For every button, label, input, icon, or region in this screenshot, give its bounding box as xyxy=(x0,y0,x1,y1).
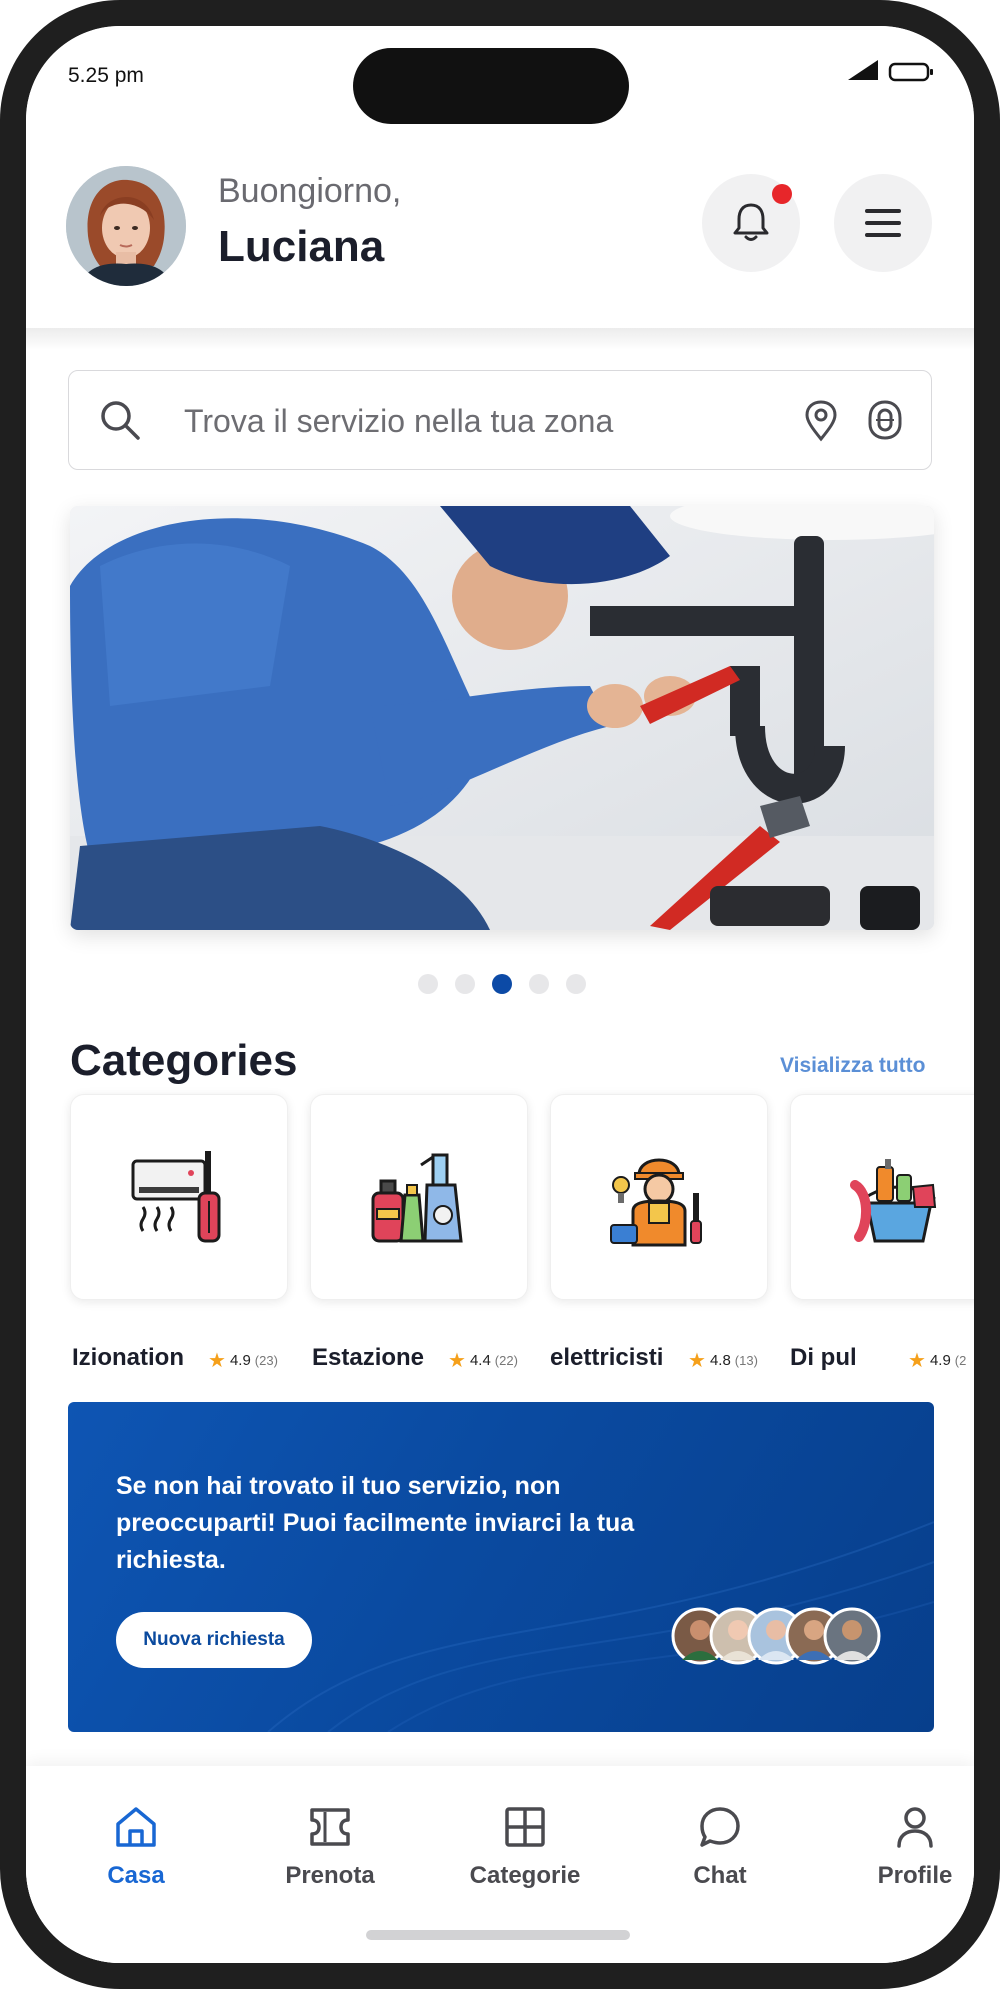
category-card-air-conditioning[interactable] xyxy=(70,1094,288,1300)
rating-count: (2 xyxy=(954,1353,967,1368)
category-card-cleaning[interactable] xyxy=(790,1094,974,1300)
category-name: elettricisti xyxy=(550,1344,664,1371)
rating-value: 4.4 xyxy=(469,1352,491,1369)
carousel-dot[interactable] xyxy=(455,974,475,994)
rating-value: 4.9 xyxy=(929,1352,951,1369)
star-icon: ★ xyxy=(908,1350,926,1372)
categories-title: Categories xyxy=(70,1036,298,1085)
category-name: Izionation xyxy=(72,1344,184,1371)
nav-categories[interactable]: Categorie xyxy=(450,1804,600,1890)
nav-label: Profile xyxy=(877,1862,953,1889)
chat-icon xyxy=(700,1807,740,1847)
location-pin-icon[interactable] xyxy=(802,400,840,442)
status-icons xyxy=(848,60,933,82)
cleaning-bucket-icon xyxy=(850,1159,937,1243)
nav-profile[interactable]: Profile xyxy=(840,1804,974,1890)
pro-avatar xyxy=(823,1607,881,1665)
category-name: Di pul xyxy=(790,1344,857,1371)
header-divider xyxy=(26,328,974,350)
ticket-icon xyxy=(310,1808,350,1846)
rating-value: 4.8 xyxy=(709,1352,731,1369)
star-icon: ★ xyxy=(688,1350,706,1372)
status-time: 5.25 pm xyxy=(68,64,144,87)
nav-label: Prenota xyxy=(285,1862,375,1889)
nav-chat[interactable]: Chat xyxy=(645,1804,795,1890)
hamburger-menu-icon xyxy=(865,209,901,237)
category-card-electricians[interactable] xyxy=(550,1094,768,1300)
carousel-dot[interactable] xyxy=(566,974,586,994)
nav-book[interactable]: Prenota xyxy=(255,1804,405,1890)
category-rating: ★ 4.4 (22) xyxy=(448,1348,518,1373)
new-request-button[interactable]: Nuova richiesta xyxy=(116,1612,312,1668)
professionals-avatars xyxy=(671,1607,881,1665)
home-icon xyxy=(116,1807,156,1847)
phone-frame: 5.25 pm Buongiorno, Luciana Trova il ser… xyxy=(0,0,1000,1989)
menu-button[interactable] xyxy=(834,174,932,272)
air-conditioner-repair-icon xyxy=(131,1151,221,1243)
notification-badge xyxy=(772,184,792,204)
category-name: Estazione xyxy=(312,1344,425,1371)
nav-home[interactable]: Casa xyxy=(61,1804,211,1890)
user-icon xyxy=(897,1807,933,1848)
carousel-dot[interactable] xyxy=(418,974,438,994)
plumber-photo xyxy=(70,506,934,930)
star-icon: ★ xyxy=(208,1350,226,1372)
electrician-worker-icon xyxy=(610,1158,702,1247)
greeting: Buongiorno, xyxy=(218,172,402,210)
carousel-pagination xyxy=(418,974,586,994)
nav-label: Chat xyxy=(693,1862,747,1889)
rating-count: (23) xyxy=(254,1353,278,1368)
promo-message: Se non hai trovato il tuo servizio, non … xyxy=(116,1472,635,1574)
signal-icon xyxy=(848,60,878,80)
dynamic-island xyxy=(353,48,629,124)
nav-label: Categorie xyxy=(469,1862,581,1889)
carousel-dot[interactable] xyxy=(529,974,549,994)
voice-search-icon[interactable] xyxy=(864,398,906,442)
avatar-portrait xyxy=(66,166,186,286)
rating-count: (13) xyxy=(734,1353,758,1368)
carousel-dot-active[interactable] xyxy=(492,974,512,994)
category-rating: ★ 4.8 (13) xyxy=(688,1348,758,1373)
category-rating: ★ 4.9 (23) xyxy=(208,1348,278,1373)
request-promo-card: Se non hai trovato il tuo servizio, non … xyxy=(68,1402,934,1732)
category-card-cleaning-station[interactable] xyxy=(310,1094,528,1300)
home-indicator[interactable] xyxy=(366,1930,630,1940)
user-name: Luciana xyxy=(218,222,385,271)
search-placeholder: Trova il servizio nella tua zona xyxy=(184,403,614,439)
search-icon xyxy=(101,401,140,440)
grid-icon xyxy=(505,1807,545,1847)
cleaning-products-icon xyxy=(371,1153,463,1243)
category-rating: ★ 4.9 (2 xyxy=(908,1348,966,1373)
nav-label: Casa xyxy=(107,1862,165,1889)
avatar[interactable] xyxy=(66,166,186,286)
battery-icon xyxy=(888,62,933,82)
view-all-link[interactable]: Visializza tutto xyxy=(780,1054,925,1078)
bell-icon xyxy=(733,203,769,241)
screen: 5.25 pm Buongiorno, Luciana Trova il ser… xyxy=(26,26,974,1963)
rating-count: (22) xyxy=(494,1353,518,1368)
carousel-banner[interactable] xyxy=(70,506,934,930)
rating-value: 4.9 xyxy=(229,1352,251,1369)
star-icon: ★ xyxy=(448,1350,466,1372)
